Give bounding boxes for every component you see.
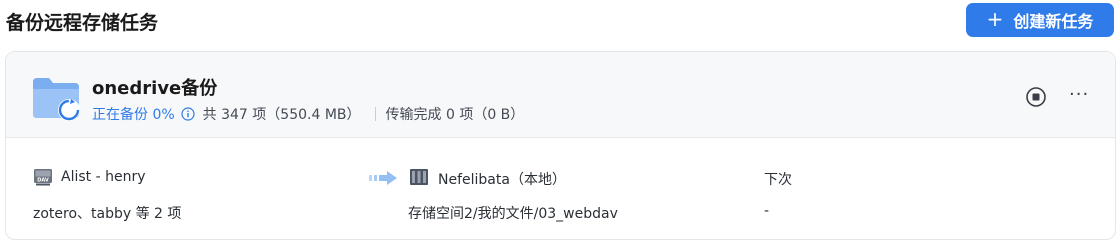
dav-drive-icon: DAV (34, 169, 52, 186)
next-run-value: - (764, 203, 770, 219)
task-name: onedrive备份 (92, 78, 218, 99)
next-run-label: 下次 (764, 172, 792, 188)
task-card: onedrive备份 正在备份 0% 共 347 项（550.4 MB） 传输完… (5, 51, 1116, 240)
svg-text:DAV: DAV (37, 178, 49, 184)
task-card-header: onedrive备份 正在备份 0% 共 347 项（550.4 MB） 传输完… (6, 52, 1115, 138)
source-name: Alist - henry (61, 169, 146, 185)
create-task-label: 创建新任务 (1013, 12, 1094, 31)
info-icon[interactable] (181, 107, 195, 121)
destination-path: 存储空间2/我的文件/03_webdav (408, 206, 618, 222)
backup-progress-status: 正在备份 0% (92, 107, 175, 123)
more-icon[interactable]: ··· (1069, 84, 1091, 106)
stop-icon[interactable] (1025, 86, 1047, 108)
plus-icon: + (986, 7, 1004, 31)
create-task-button[interactable]: + 创建新任务 (966, 3, 1114, 37)
destination-name: Nefelibata（本地） (438, 172, 566, 188)
transferred-items: 传输完成 0 项（0 B） (385, 107, 525, 123)
task-status-row: 正在备份 0% 共 347 项（550.4 MB） 传输完成 0 项（0 B） (92, 104, 524, 124)
nas-server-icon (410, 169, 428, 185)
divider (374, 107, 376, 121)
total-items: 共 347 项（550.4 MB） (202, 107, 361, 123)
source-items: zotero、tabby 等 2 项 (33, 206, 182, 222)
arrow-right-icon (369, 171, 397, 185)
folder-sync-icon (33, 78, 80, 121)
page-title: 备份远程存储任务 (6, 12, 159, 34)
